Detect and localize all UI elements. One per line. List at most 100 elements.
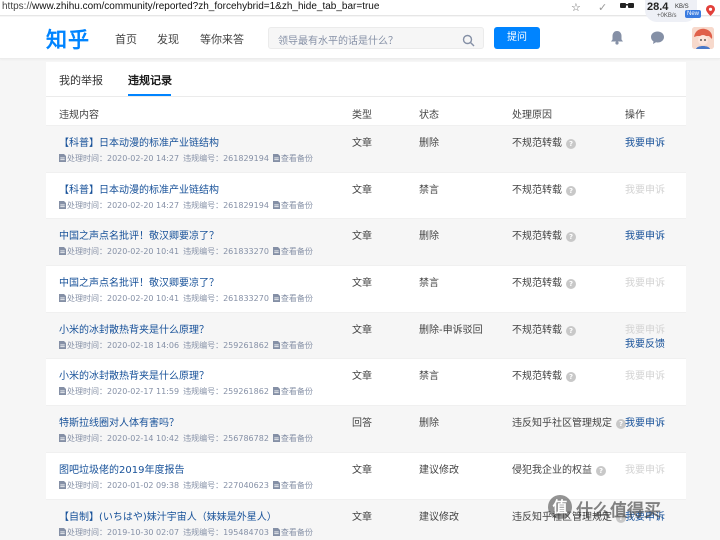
view-backup-link[interactable]: 查看备份	[281, 154, 313, 163]
time-label: 处理时间：	[67, 200, 107, 210]
reason-text: 不规范转载?	[512, 227, 576, 243]
view-backup-link[interactable]: 查看备份	[281, 528, 313, 537]
view-backup-link[interactable]: 查看备份	[281, 434, 313, 443]
table-row: 小米的冰封散热背夹是什么原理？ 处理时间：2020-02-17 11:59 违规编号…	[46, 359, 686, 407]
help-question-icon[interactable]: ?	[566, 279, 576, 290]
nav-waiting-answer[interactable]: 等你来答	[200, 31, 244, 47]
extension-mask-icon[interactable]	[620, 2, 634, 13]
violation-content-link[interactable]: 特斯拉线圈对人体有害吗？	[59, 414, 179, 429]
appeal-button[interactable]: 我要申诉	[625, 461, 665, 476]
zhihu-logo[interactable]: 知乎	[46, 24, 90, 54]
header-status: 状态	[419, 110, 439, 121]
violation-content-link[interactable]: 【自制】(いちはや)妹汁宇宙人（妹妹是外星人）	[59, 508, 277, 523]
violation-number: 261833270	[223, 294, 269, 304]
help-question-icon[interactable]: ?	[566, 325, 576, 336]
bookmark-star-icon[interactable]: ☆	[571, 1, 581, 14]
time-label: 处理时间：	[67, 434, 107, 444]
number-label: 违规编号：	[183, 200, 224, 210]
check-icon[interactable]: ✓	[598, 1, 607, 14]
violation-number: 261829194	[223, 200, 269, 210]
violation-records-card: 我的举报 违规记录 违规内容 类型 状态 处理原因 操作 【科普】日本动漫的标准…	[46, 62, 686, 540]
content-type: 文章	[352, 324, 372, 336]
violation-number: 227040623	[223, 480, 269, 490]
location-pin-icon[interactable]	[706, 1, 715, 16]
appeal-button[interactable]: 我要申诉	[625, 414, 665, 429]
address-url[interactable]: https://www.zhihu.com/community/reported…	[2, 1, 379, 12]
time-doc-icon	[59, 247, 66, 256]
violation-content-link[interactable]: 小米的冰封散热背夹是什么原理？	[59, 367, 209, 382]
backup-doc-icon	[272, 200, 280, 209]
process-time: 2020-02-20 14:27	[107, 200, 180, 210]
message-icon[interactable]	[650, 30, 665, 45]
backup-doc-icon	[272, 294, 280, 303]
backup-doc-icon	[272, 247, 280, 256]
content-type: 文章	[352, 511, 372, 523]
violation-number: 256786782	[223, 434, 269, 444]
view-backup-link[interactable]: 查看备份	[281, 481, 313, 490]
process-time: 2020-02-20 14:27	[107, 154, 180, 163]
table-header: 违规内容 类型 状态 处理原因 操作	[46, 98, 686, 126]
view-backup-link[interactable]: 查看备份	[281, 247, 313, 256]
violation-meta: 处理时间：2020-02-20 14:27 违规编号：261829194 查看备份	[59, 153, 313, 164]
reason-label: 不规范转载	[512, 184, 562, 196]
violation-content-link[interactable]: 中国之声点名批评！敬汉卿要凉了？	[59, 274, 219, 289]
time-doc-icon	[59, 527, 66, 536]
reason-label: 不规范转载	[512, 278, 562, 290]
appeal-button[interactable]: 我要申诉	[625, 367, 665, 382]
violation-content-link[interactable]: 小米的冰封散热背夹是什么原理？	[59, 321, 209, 336]
time-label: 处理时间：	[67, 294, 107, 304]
process-time: 2020-02-18 14:06	[107, 340, 180, 350]
backup-doc-icon	[272, 340, 280, 349]
view-backup-link[interactable]: 查看备份	[281, 294, 313, 303]
browser-address-bar[interactable]: https://www.zhihu.com/community/reported…	[0, 0, 720, 22]
status-text: 禁言	[419, 371, 439, 383]
header-reason: 处理原因	[512, 110, 552, 121]
help-question-icon[interactable]: ?	[596, 465, 606, 476]
table-row: 小米的冰封散热背夹是什么原理？ 处理时间：2020-02-18 14:06 违规编号…	[46, 312, 686, 360]
number-label: 违规编号：	[183, 480, 224, 490]
appeal-button[interactable]: 我要申诉	[625, 181, 665, 196]
backup-doc-icon	[272, 387, 280, 396]
help-question-icon[interactable]: ?	[566, 372, 576, 383]
reason-text: 不规范转载?	[512, 134, 576, 149]
appeal-button[interactable]: 我要申诉	[625, 321, 665, 336]
backup-doc-icon	[272, 527, 280, 536]
search-icon[interactable]	[462, 32, 475, 47]
appeal-button[interactable]: 我要申诉	[625, 227, 665, 242]
header-content: 违规内容	[59, 110, 99, 121]
appeal-button[interactable]: 我要申诉	[625, 134, 665, 149]
notification-bell-icon[interactable]	[610, 30, 624, 45]
view-backup-link[interactable]: 查看备份	[281, 201, 313, 210]
tab-violation-records[interactable]: 违规记录	[128, 72, 172, 88]
violation-content-link[interactable]: 中国之声点名批评！敬汉卿要凉了？	[59, 227, 219, 242]
violation-content-link[interactable]: 【科普】日本动漫的标准产业链结构	[59, 134, 219, 149]
reason-text: 不规范转载?	[512, 181, 576, 196]
nav-home[interactable]: 首页	[115, 31, 137, 47]
help-question-icon[interactable]: ?	[566, 185, 576, 196]
help-question-icon[interactable]: ?	[566, 232, 576, 243]
violation-meta: 处理时间：2020-02-14 10:42 违规编号：256786782 查看备份	[59, 433, 313, 444]
search-input[interactable]: 领导最有水平的话是什么？	[268, 27, 484, 49]
appeal-button[interactable]: 我要申诉	[625, 274, 665, 289]
table-row: 中国之声点名批评！敬汉卿要凉了？ 处理时间：2020-02-20 10:41 违规编…	[46, 219, 686, 267]
table-row: 特斯拉线圈对人体有害吗？ 处理时间：2020-02-14 10:42 违规编号：25…	[46, 406, 686, 453]
nav-discover[interactable]: 发现	[157, 31, 179, 47]
view-backup-link[interactable]: 查看备份	[281, 341, 313, 350]
content-type: 文章	[352, 231, 372, 243]
violation-meta: 处理时间：2020-02-18 14:06 违规编号：259261862 查看备份	[59, 340, 313, 351]
time-label: 处理时间：	[67, 480, 107, 490]
table-row: 【科普】日本动漫的标准产业链结构处理时间：2020-02-20 14:27 违规编…	[46, 173, 686, 220]
tab-my-reports[interactable]: 我的举报	[59, 72, 103, 88]
time-doc-icon	[59, 480, 66, 489]
reason-text: 侵犯我企业的权益?	[512, 461, 606, 476]
feedback-button[interactable]: 我要反馈	[625, 335, 665, 350]
ask-question-button[interactable]: 提问	[494, 27, 540, 49]
view-backup-link[interactable]: 查看备份	[281, 387, 313, 396]
backup-doc-icon	[272, 480, 280, 489]
user-avatar[interactable]	[692, 27, 714, 49]
status-text: 删除	[419, 231, 439, 243]
violation-content-link[interactable]: 图吧垃圾佬的2019年度报告	[59, 461, 184, 476]
time-doc-icon	[59, 340, 66, 349]
help-question-icon[interactable]: ?	[566, 139, 576, 149]
violation-content-link[interactable]: 【科普】日本动漫的标准产业链结构	[59, 181, 219, 196]
